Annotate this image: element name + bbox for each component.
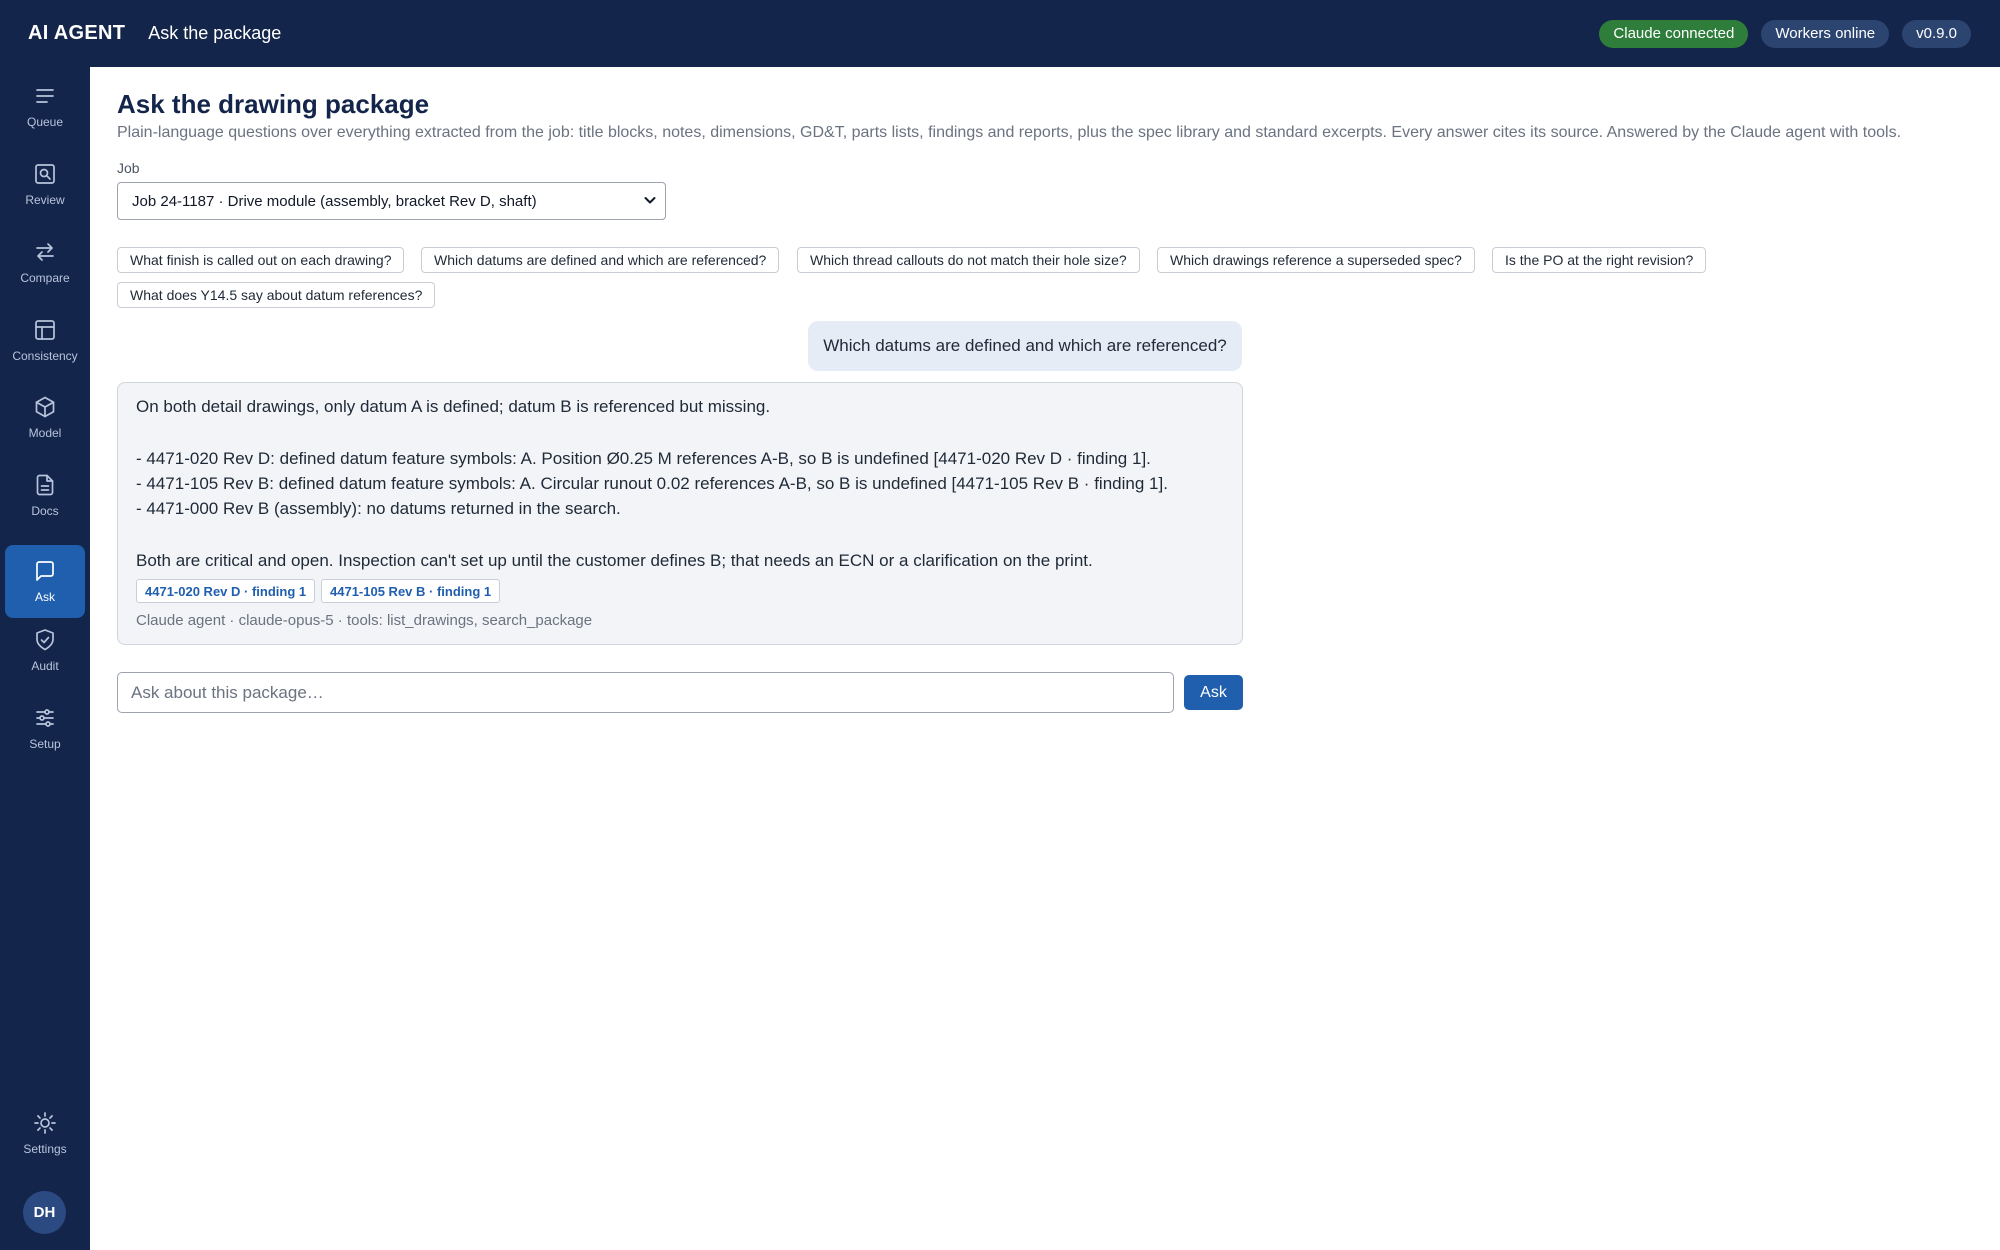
gear-icon — [34, 1112, 56, 1134]
sidebar-item-label: Review — [25, 193, 65, 207]
answer-bullet: - 4471-105 Rev B: defined datum feature … — [136, 474, 1168, 493]
sidebar-item-label: Ask — [34, 590, 55, 604]
swap-arrows-icon — [36, 243, 54, 261]
chevron-down-icon — [644, 197, 656, 204]
sidebar-item-settings[interactable]: Settings — [5, 1097, 85, 1170]
sidebar-item-label: Compare — [20, 271, 70, 285]
main-content: Ask the drawing package Plain-language q… — [90, 67, 2000, 1250]
suggestion-chip[interactable]: Which thread callouts do not match their… — [797, 247, 1140, 273]
suggestion-chip[interactable]: Is the PO at the right revision? — [1492, 247, 1707, 273]
page-title: Ask the drawing package — [117, 89, 430, 119]
sidebar-item-label: Model — [28, 426, 62, 440]
version-badge: v0.9.0 — [1902, 19, 1971, 48]
job-label: Job — [117, 160, 140, 176]
job-select[interactable]: Job 24-1187 · Drive module (assembly, br… — [117, 182, 666, 220]
answer-conclusion: Both are critical and open. Inspection c… — [136, 551, 1093, 570]
page-description: Plain-language questions over everything… — [117, 124, 1902, 141]
document-icon — [36, 474, 54, 496]
answer-summary: On both detail drawings, only datum A is… — [136, 397, 771, 416]
ask-button[interactable]: Ask — [1184, 675, 1243, 710]
answer-meta: Claude agent · claude-opus-5 · tools: li… — [136, 612, 593, 629]
magnifier-document-icon — [35, 164, 55, 184]
list-icon — [36, 89, 54, 103]
sidebar-item-label: Audit — [31, 659, 59, 673]
shield-check-icon — [36, 629, 54, 651]
sidebar-item-audit[interactable]: Audit — [5, 614, 85, 687]
sidebar-item-ask[interactable]: Ask — [5, 545, 85, 618]
sidebar-item-consistency[interactable]: Consistency — [5, 304, 85, 377]
agent-answer-card: On both detail drawings, only datum A is… — [117, 382, 1243, 645]
sidebar-item-label: Settings — [23, 1142, 67, 1156]
user-message-bubble: Which datums are defined and which are r… — [808, 321, 1242, 371]
sidebar-item-model[interactable]: Model — [5, 381, 85, 454]
workers-status-badge: Workers online — [1761, 19, 1890, 48]
ask-input[interactable] — [117, 672, 1174, 713]
suggestion-chip[interactable]: Which datums are defined and which are r… — [421, 247, 780, 273]
suggestion-chip[interactable]: What does Y14.5 say about datum referenc… — [117, 282, 436, 308]
sidebar-item-setup[interactable]: Setup — [5, 692, 85, 765]
citation-chip[interactable]: 4471-020 Rev D · finding 1 — [136, 579, 316, 603]
citation-chip[interactable]: 4471-105 Rev B · finding 1 — [321, 579, 501, 603]
sidebar-item-queue[interactable]: Queue — [5, 70, 85, 143]
sidebar-item-label: Setup — [29, 737, 61, 751]
chat-bubble-icon — [36, 561, 54, 581]
avatar[interactable]: DH — [23, 1191, 66, 1234]
answer-bullet: - 4471-020 Rev D: defined datum feature … — [136, 449, 1151, 468]
answer-bullet: - 4471-000 Rev B (assembly): no datums r… — [136, 499, 621, 518]
cube-icon — [35, 396, 55, 418]
status-badges: Claude connected Workers online v0.9.0 — [1599, 19, 1971, 48]
sidebar-item-compare[interactable]: Compare — [5, 226, 85, 299]
sidebar-item-docs[interactable]: Docs — [5, 459, 85, 532]
sidebar: Queue Review Compare Consistency Model D… — [0, 67, 90, 1250]
sidebar-item-label: Consistency — [12, 349, 78, 363]
page-context-title: Ask the package — [148, 23, 282, 43]
claude-status-badge: Claude connected — [1599, 19, 1749, 48]
job-select-value: Job 24-1187 · Drive module (assembly, br… — [132, 192, 537, 210]
table-icon — [35, 320, 55, 340]
suggestion-chip[interactable]: What finish is called out on each drawin… — [117, 247, 405, 273]
sliders-icon — [36, 709, 54, 727]
top-bar: AI AGENT Ask the package Claude connecte… — [0, 0, 2000, 67]
suggestion-chip[interactable]: Which drawings reference a superseded sp… — [1157, 247, 1475, 273]
sidebar-item-label: Queue — [26, 115, 64, 129]
sidebar-item-review[interactable]: Review — [5, 148, 85, 221]
app-brand: AI AGENT — [28, 22, 126, 44]
sidebar-item-label: Docs — [31, 504, 59, 518]
